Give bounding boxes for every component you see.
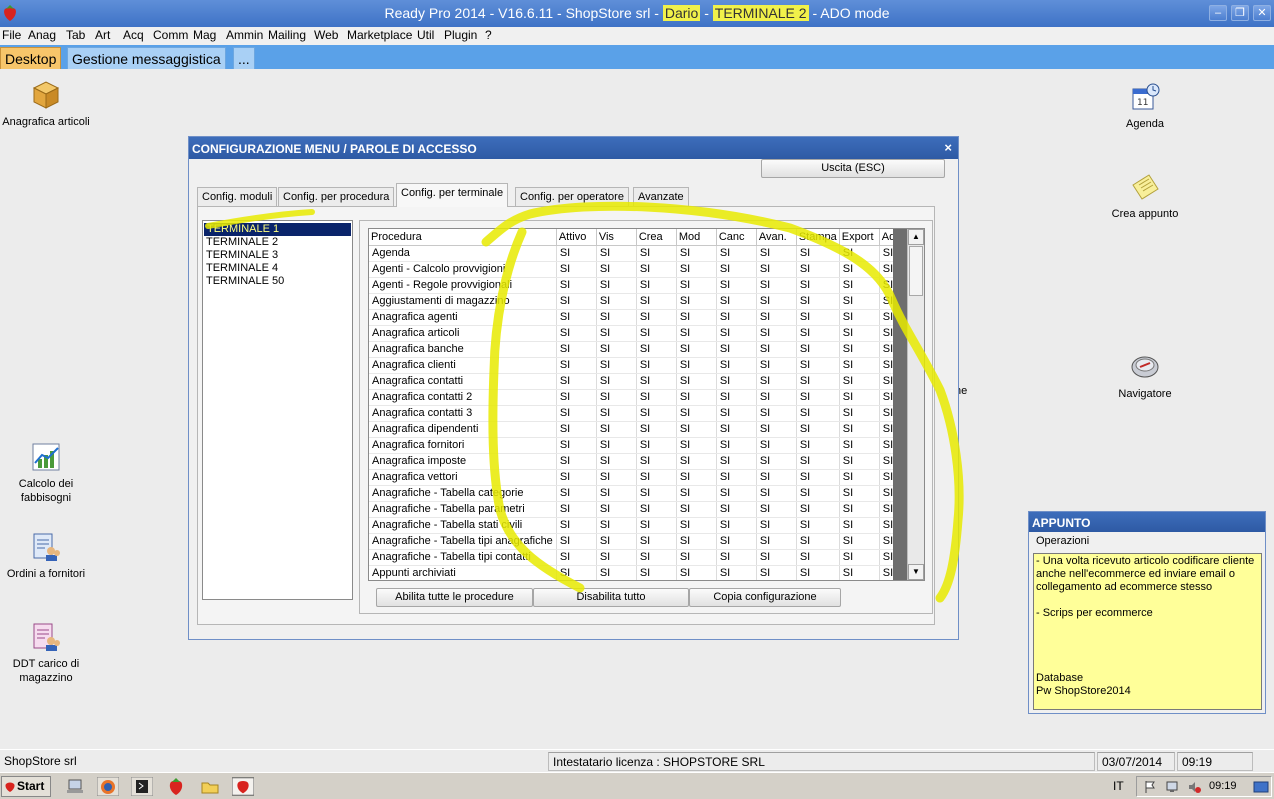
strawberry-active-icon[interactable]	[232, 777, 254, 796]
annotation-stroke	[205, 209, 315, 229]
status-company: ShopStore srl	[4, 754, 77, 768]
system-tray: 09:19	[1136, 776, 1272, 797]
network-icon[interactable]	[1165, 780, 1179, 794]
annotation-stroke	[488, 227, 585, 593]
taskbar: Start IT 09:19	[0, 772, 1274, 799]
status-date: 03/07/2014	[1097, 752, 1175, 771]
show-desktop-icon[interactable]	[1253, 780, 1269, 794]
flag-icon[interactable]	[1143, 780, 1157, 794]
network-computer-icon[interactable]	[64, 777, 86, 796]
annotation-scribble	[205, 201, 964, 603]
annotation-stroke	[481, 201, 964, 603]
tab-config-per-terminale[interactable]: Config. per terminale	[396, 183, 509, 207]
start-button[interactable]: Start	[1, 776, 51, 797]
firefox-icon[interactable]	[97, 777, 119, 796]
status-bar: ShopStore srl Intestatario licenza : SHO…	[0, 749, 1274, 772]
language-indicator[interactable]: IT	[1113, 779, 1124, 793]
strawberry-icon[interactable]	[165, 777, 187, 796]
terminal-app-icon[interactable]	[131, 777, 153, 796]
volume-muted-icon[interactable]	[1187, 780, 1201, 794]
status-time: 09:19	[1177, 752, 1253, 771]
tray-clock[interactable]: 09:19	[1209, 780, 1237, 792]
strawberry-icon	[5, 782, 15, 792]
folder-icon[interactable]	[199, 777, 221, 796]
status-license: Intestatario licenza : SHOPSTORE SRL	[548, 752, 1095, 771]
